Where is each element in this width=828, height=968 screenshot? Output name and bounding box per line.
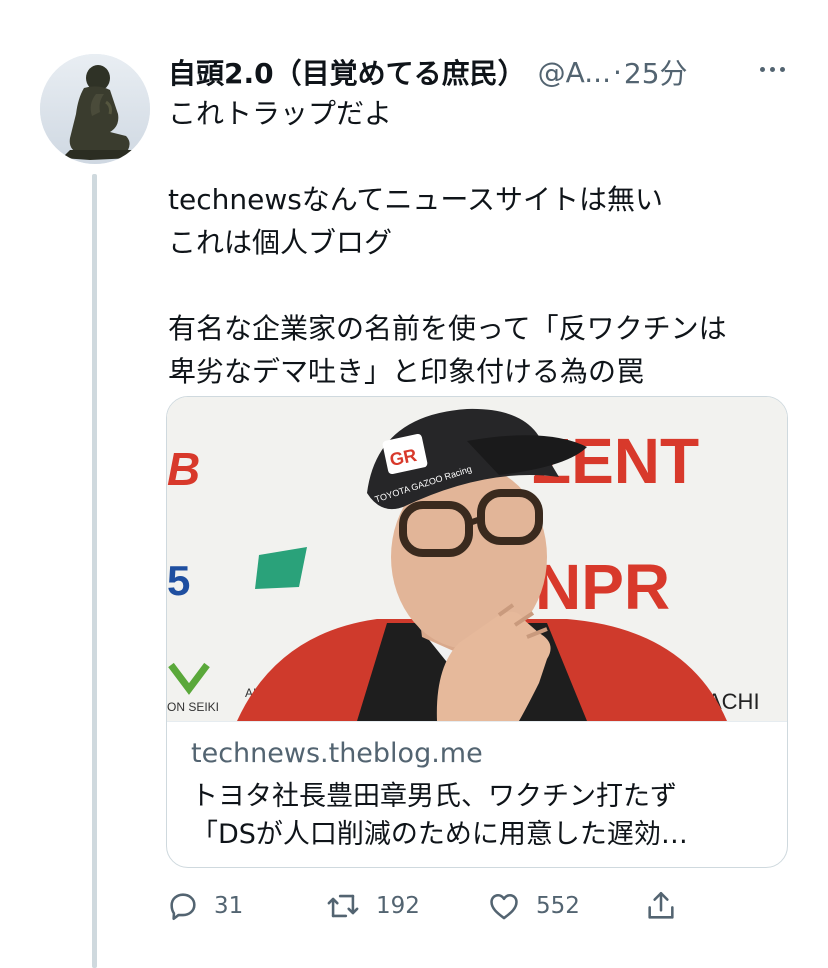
retweet-count: 192 [376, 893, 420, 919]
reply-button[interactable]: 31 [166, 884, 243, 928]
card-domain: technews.theblog.me [191, 738, 483, 769]
reply-icon [166, 889, 200, 923]
sign-npr: NPR [535, 551, 670, 623]
like-icon [486, 889, 522, 923]
share-button[interactable] [644, 884, 678, 928]
timestamp[interactable]: 25分 [624, 52, 688, 92]
more-icon[interactable] [752, 54, 792, 84]
tweet-line: これトラップだよ [168, 97, 393, 130]
tweet-header: 自頭2.0（目覚めてる庶民） @A... · 25分 [168, 50, 798, 94]
separator-dot: · [612, 55, 622, 89]
like-count: 552 [536, 893, 580, 919]
tweet-line: 有名な企業家の名前を使って「反ワクチンは [168, 312, 727, 345]
share-icon [644, 889, 678, 923]
tweet-line [168, 264, 788, 307]
link-card[interactable]: ZENT NPR B 5 ON SEIKI AISIN ACHI [166, 396, 788, 868]
card-body: technews.theblog.me トヨタ社長豊田章男氏、ワクチン打たず 「… [167, 721, 787, 867]
author-handle[interactable]: @A... [538, 56, 611, 89]
like-button[interactable]: 552 [486, 884, 580, 928]
retweet-button[interactable]: 192 [324, 884, 420, 928]
tweet-line [168, 135, 788, 178]
sign-on-seiki: ON SEIKI [167, 700, 219, 714]
card-title-line: トヨタ社長豊田章男氏、ワクチン打たず [191, 781, 677, 812]
sign-5: 5 [167, 557, 190, 604]
author-name[interactable]: 自頭2.0（目覚めてる庶民） [168, 52, 526, 92]
tweet-line: これは個人ブログ [168, 226, 393, 259]
card-image: ZENT NPR B 5 ON SEIKI AISIN ACHI [167, 397, 787, 721]
retweet-icon [324, 889, 362, 923]
tweet-line: technewsなんてニュースサイトは無い [168, 183, 664, 216]
tweet-line: 卑劣なデマ吐き」と印象付ける為の罠 [168, 355, 645, 388]
tweet-text: これトラップだよ technewsなんてニュースサイトは無い これは個人ブログ … [168, 92, 788, 393]
reply-count: 31 [214, 893, 244, 919]
card-title-line: 「DSが人口削減のために用意した遅効… [191, 819, 688, 850]
thread-line [92, 174, 97, 968]
card-title: トヨタ社長豊田章男氏、ワクチン打たず 「DSが人口削減のために用意した遅効… [191, 778, 771, 854]
tweet-actions: 31 192 552 [166, 884, 726, 928]
author-avatar[interactable] [40, 54, 150, 164]
sign-b: B [167, 443, 200, 495]
